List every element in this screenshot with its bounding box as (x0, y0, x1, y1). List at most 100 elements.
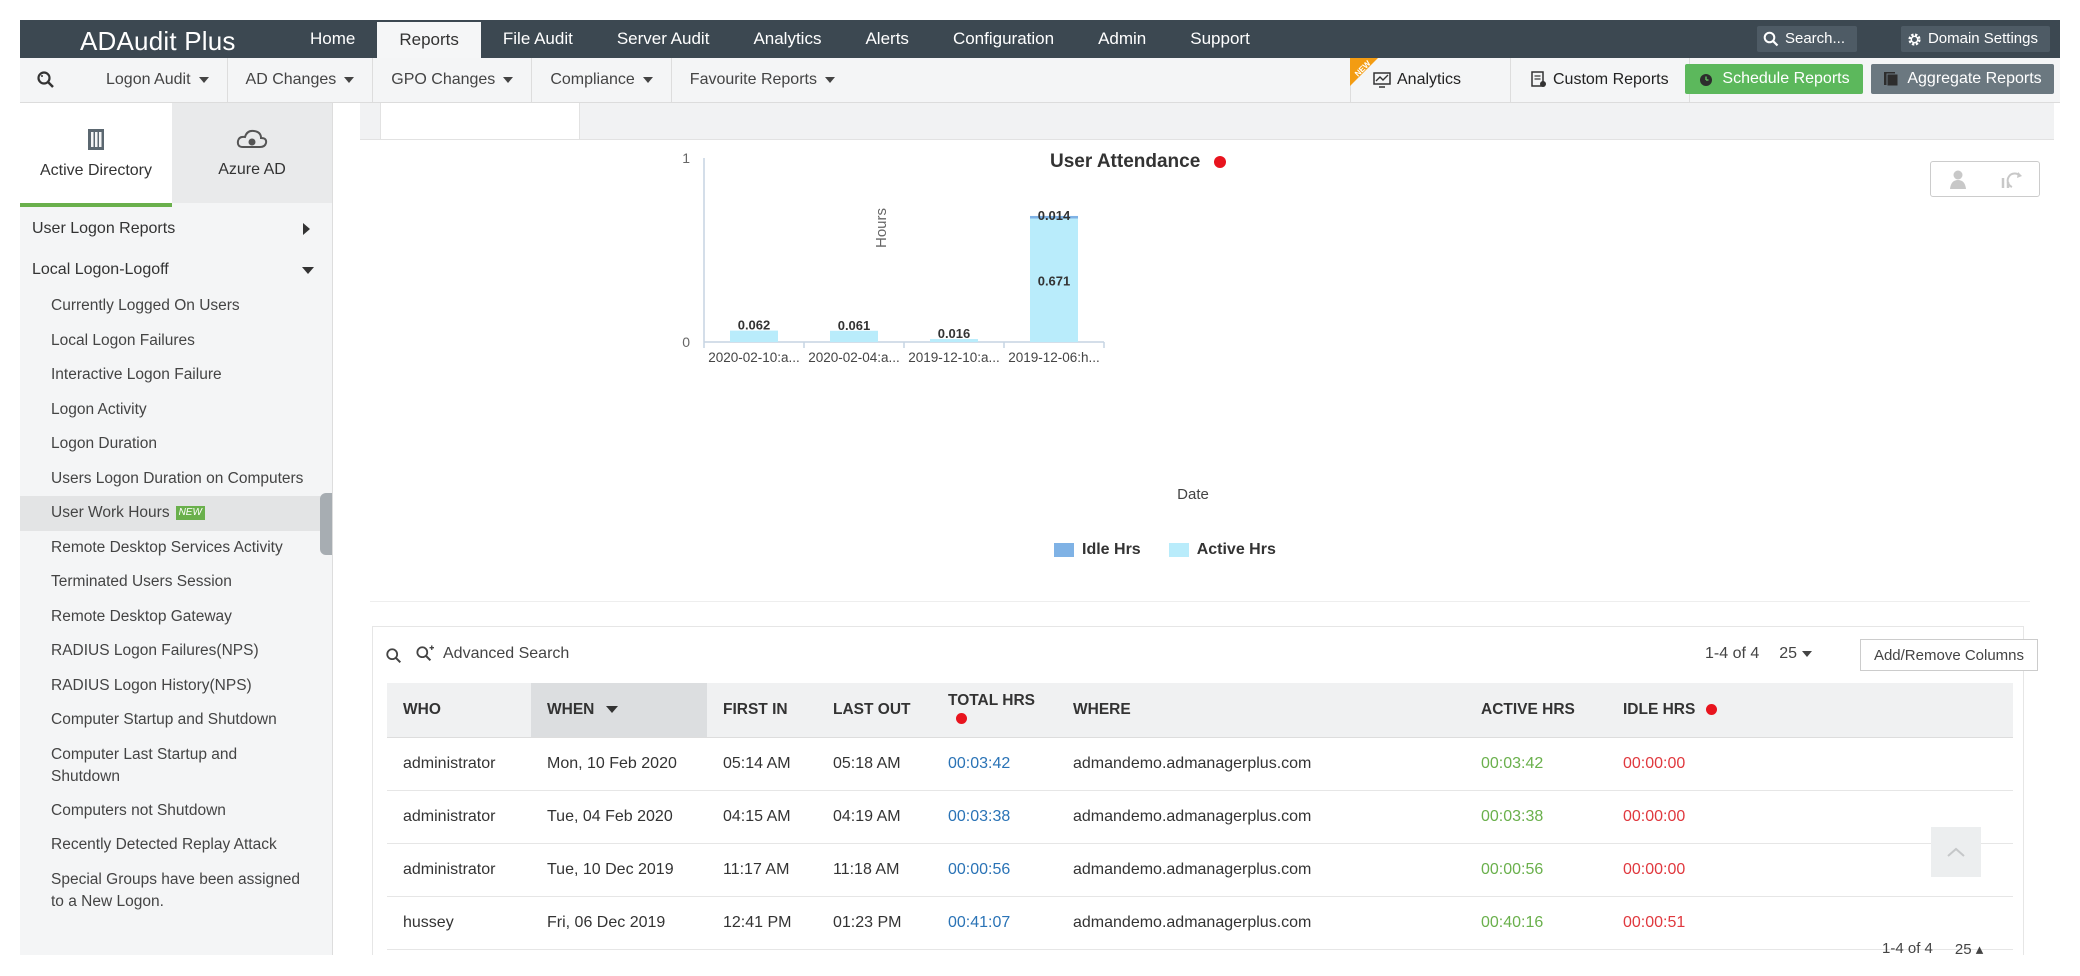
top-nav-bar: ADAudit Plus Home Reports File Audit Ser… (20, 20, 2060, 60)
sidebar-section-user-logon-reports[interactable]: User Logon Reports (20, 209, 332, 249)
add-remove-columns-button[interactable]: Add/Remove Columns (1860, 639, 2038, 671)
x-tick-label: 2020-02-04:a... (808, 350, 900, 365)
cell-total-hrs: 00:41:07 (932, 896, 1057, 950)
domain-settings-label: Domain Settings (1927, 30, 2038, 47)
search-icon (1763, 31, 1779, 47)
col-idle-hrs[interactable]: IDLE HRS (1607, 683, 2013, 738)
sidebar-item-computer-startup-and-shutdown[interactable]: Computer Startup and Shutdown (20, 703, 332, 738)
col-active-hrs[interactable]: ACTIVE HRS (1465, 683, 1607, 738)
sidebar-item-remote-desktop-services-activity[interactable]: Remote Desktop Services Activity (20, 531, 332, 566)
sidebar-item-user-work-hours[interactable]: User Work Hours NEW (20, 496, 332, 531)
tab-support[interactable]: Support (1168, 20, 1272, 58)
menu-label: GPO Changes (391, 71, 496, 88)
tab-configuration[interactable]: Configuration (931, 20, 1076, 58)
app-logo: ADAudit Plus (80, 26, 236, 56)
cell-who[interactable]: hussey (387, 896, 531, 950)
data-label-active: 0.671 (1038, 273, 1071, 288)
global-search-button[interactable]: Search... (1756, 26, 1857, 52)
custom-reports-label: Custom Reports (1553, 71, 1669, 88)
col-who[interactable]: WHO (387, 683, 531, 738)
menu-gpo-changes[interactable]: GPO Changes (373, 58, 533, 102)
tab-home[interactable]: Home (288, 20, 377, 58)
menu-favourite-reports[interactable]: Favourite Reports (672, 58, 853, 102)
schedule-reports-button[interactable]: Schedule Reports (1685, 64, 1863, 94)
col-last-out[interactable]: LAST OUT (817, 683, 932, 738)
custom-reports-link[interactable]: Custom Reports (1510, 58, 1690, 102)
sidebar-item-users-logon-duration-on-computers[interactable]: Users Logon Duration on Computers (20, 462, 332, 497)
scroll-to-top-button[interactable] (1931, 827, 1981, 877)
table-search-icon[interactable] (385, 647, 403, 670)
sidebar-item-radius-logon-failures[interactable]: RADIUS Logon Failures(NPS) (20, 634, 332, 669)
sidebar-section-label: Local Logon-Logoff (32, 261, 169, 278)
cell-active-hrs: 00:40:16 (1465, 896, 1607, 950)
advanced-search-link[interactable]: Advanced Search (415, 645, 569, 663)
col-total-hrs[interactable]: TOTAL HRS (932, 683, 1057, 738)
menu-logon-audit[interactable]: Logon Audit (88, 58, 228, 102)
bottom-page-size-select[interactable]: 25 ▴ (1955, 940, 1983, 955)
sidebar-item-local-logon-failures[interactable]: Local Logon Failures (20, 324, 332, 359)
sidebar-section-local-logon-logoff[interactable]: Local Logon-Logoff (20, 250, 332, 290)
cell-who[interactable]: administrator (387, 737, 531, 791)
table-row[interactable]: administrator Tue, 04 Feb 2020 04:15 AM 04:… (387, 790, 2013, 844)
x-axis-label: Date (1177, 486, 1209, 503)
legend-swatch (1168, 542, 1189, 557)
building-icon (88, 129, 104, 150)
tab-server-audit[interactable]: Server Audit (595, 20, 732, 58)
sidebar-item-recently-detected-replay-attack[interactable]: Recently Detected Replay Attack (20, 828, 332, 863)
advanced-search-icon (416, 645, 434, 662)
sidebar-item-remote-desktop-gateway[interactable]: Remote Desktop Gateway (20, 600, 332, 635)
user-attendance-chart: Hours Date 0 1 0.062 2020-02-10:a... 0.061 2… (682, 150, 1209, 503)
menu-label: Favourite Reports (689, 71, 817, 88)
legend-idle-hrs[interactable]: Idle Hrs (1054, 541, 1141, 559)
cell-active-hrs: 00:03:38 (1465, 790, 1607, 844)
tab-alerts[interactable]: Alerts (843, 20, 930, 58)
sidebar-item-currently-logged-on-users[interactable]: Currently Logged On Users (20, 289, 332, 324)
legend-label: Active Hrs (1196, 541, 1276, 558)
sidebar-item-computers-not-shutdown[interactable]: Computers not Shutdown (20, 794, 332, 829)
cell-first-in: 11:17 AM (707, 843, 817, 897)
cell-who[interactable]: administrator (387, 790, 531, 844)
sidebar-tab-azure-ad[interactable]: Azure AD (172, 103, 332, 203)
page-size-select[interactable]: 25 (1779, 645, 1812, 663)
tab-admin[interactable]: Admin (1076, 20, 1168, 58)
cell-who[interactable]: administrator (387, 843, 531, 897)
domain-settings-button[interactable]: Domain Settings (1900, 26, 2050, 52)
col-label: WHEN (547, 701, 595, 718)
cell-idle-hrs: 00:00:00 (1607, 737, 2013, 791)
caret-down-icon (824, 77, 835, 83)
tab-file-audit[interactable]: File Audit (481, 20, 595, 58)
y-tick-label: 1 (682, 150, 690, 166)
cell-total-hrs: 00:03:42 (932, 737, 1057, 791)
sidebar-item-special-groups-new-logon[interactable]: Special Groups have been assigned to a N… (20, 863, 332, 919)
menu-ad-changes[interactable]: AD Changes (228, 58, 374, 102)
legend-active-hrs[interactable]: Active Hrs (1168, 541, 1276, 559)
sidebar-tab-active-directory[interactable]: Active Directory (20, 103, 172, 207)
sidebar-item-logon-duration[interactable]: Logon Duration (20, 427, 332, 462)
legend-label: Idle Hrs (1082, 541, 1141, 558)
cell-where: admandemo.admanagerplus.com (1057, 843, 1465, 897)
cell-active-hrs: 00:03:42 (1465, 737, 1607, 791)
tab-reports[interactable]: Reports (377, 20, 481, 60)
sidebar-item-logon-activity[interactable]: Logon Activity (20, 393, 332, 428)
sidebar-item-radius-logon-history[interactable]: RADIUS Logon History(NPS) (20, 669, 332, 704)
menu-label: Compliance (550, 71, 635, 88)
sidebar-tab-label: Azure AD (218, 161, 286, 178)
menu-search-icon[interactable] (36, 70, 56, 95)
tab-analytics[interactable]: Analytics (731, 20, 843, 58)
sort-desc-icon (606, 706, 619, 714)
table-row[interactable]: hussey Fri, 06 Dec 2019 12:41 PM 01:23 PM 00… (387, 896, 2013, 950)
sidebar-item-terminated-users-session[interactable]: Terminated Users Session (20, 565, 332, 600)
sidebar-item-interactive-logon-failure[interactable]: Interactive Logon Failure (20, 358, 332, 393)
aggregate-reports-button[interactable]: Aggregate Reports (1871, 64, 2054, 94)
sidebar-collapse-handle[interactable] (320, 493, 332, 555)
data-label-active: 0.061 (838, 318, 871, 333)
alarm-clock-icon (1700, 74, 1713, 86)
col-first-in[interactable]: FIRST IN (707, 683, 817, 738)
menu-compliance[interactable]: Compliance (532, 58, 672, 102)
col-where[interactable]: WHERE (1057, 683, 1465, 738)
table-row[interactable]: administrator Tue, 10 Dec 2019 11:17 AM 11:… (387, 843, 2013, 897)
table-row[interactable]: administrator Mon, 10 Feb 2020 05:14 AM 05:… (387, 737, 2013, 791)
sidebar-item-computer-last-startup-and-shutdown[interactable]: Computer Last Startup and Shutdown (20, 738, 332, 794)
col-when[interactable]: WHEN (531, 683, 707, 738)
cell-first-in: 05:14 AM (707, 737, 817, 791)
